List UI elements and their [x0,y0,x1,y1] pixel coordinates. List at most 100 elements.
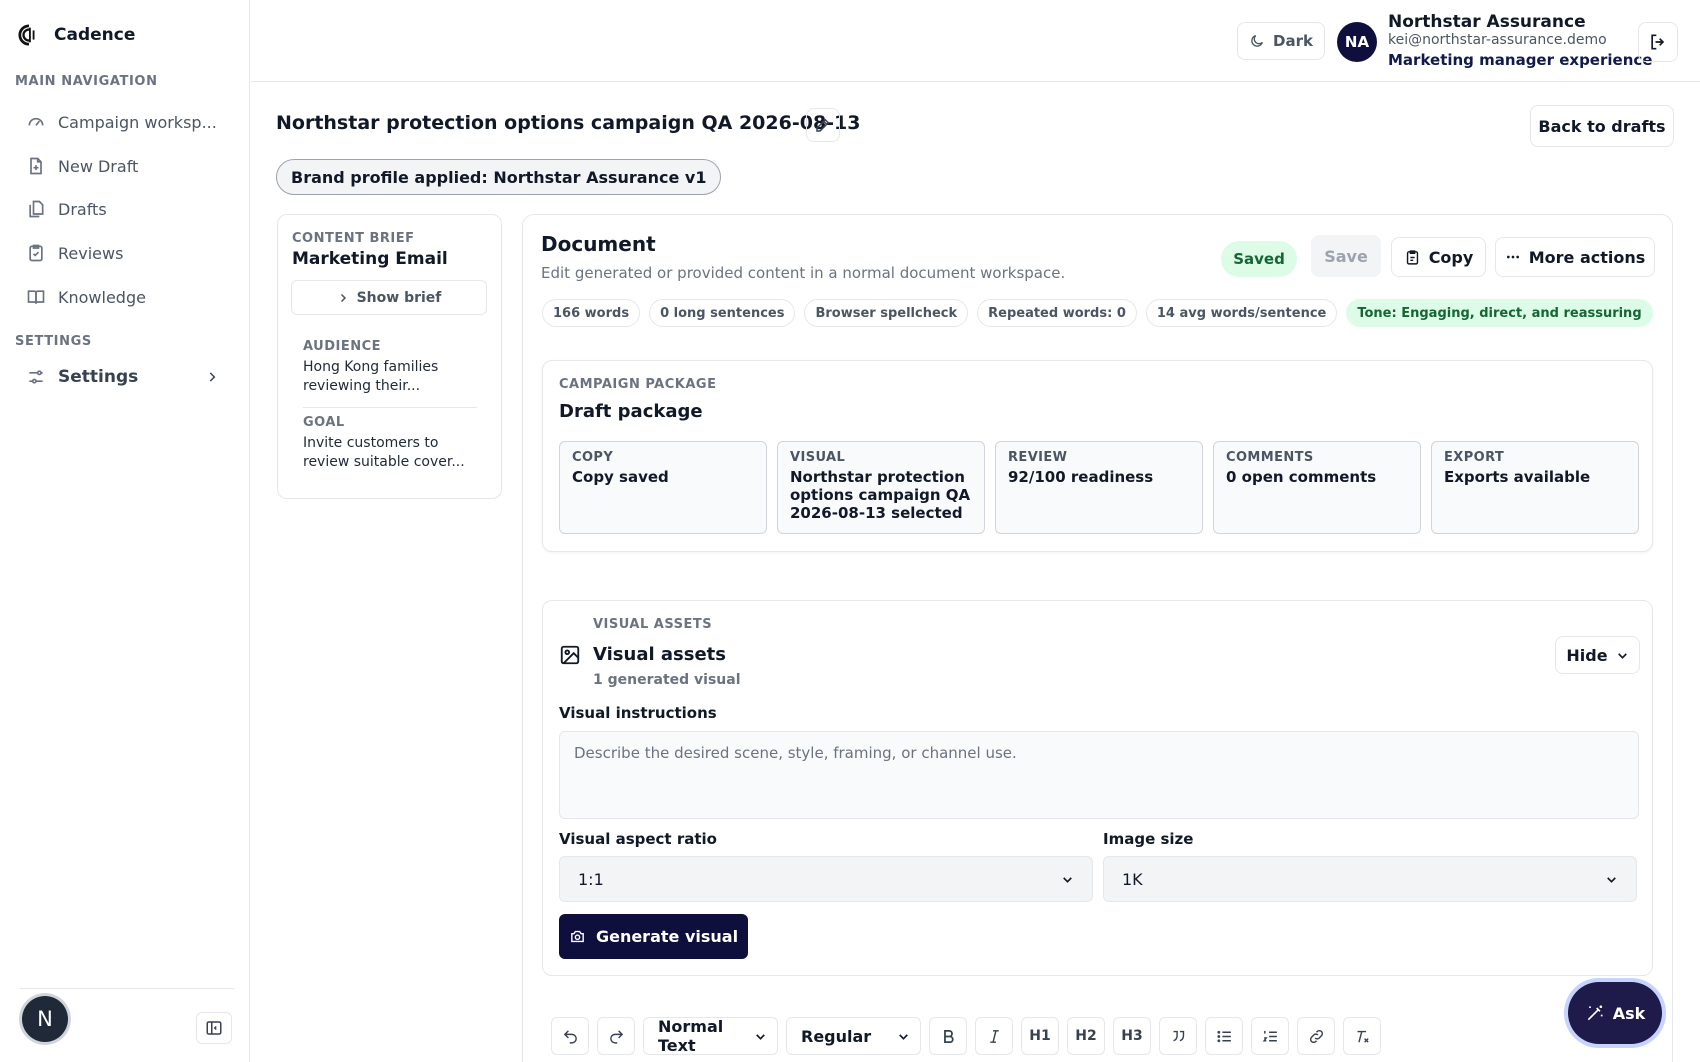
package-card-review[interactable]: REVIEW 92/100 readiness [995,441,1203,534]
sidebar-item-new-draft[interactable]: New Draft [26,150,226,182]
chevron-down-icon [1605,873,1618,886]
sidebar-item-settings[interactable]: Settings [26,361,226,393]
heading-1-button[interactable]: H1 [1021,1017,1059,1055]
show-brief-label: Show brief [356,289,442,306]
numbered-list-icon [1262,1028,1279,1045]
aspect-ratio-select[interactable]: 1:1 [559,856,1093,902]
camera-icon [569,928,586,945]
numbered-list-button[interactable] [1251,1017,1289,1055]
pencil-icon [814,116,832,134]
content-brief-card: CONTENT BRIEF Marketing Email Show brief… [277,214,502,499]
sidebar-item-drafts[interactable]: Drafts [26,193,226,225]
bullet-list-button[interactable] [1205,1017,1243,1055]
theme-toggle-button[interactable]: Dark [1237,22,1325,60]
file-plus-icon [26,156,46,176]
chevron-down-icon [897,1030,910,1043]
visual-instructions-input[interactable]: Describe the desired scene, style, frami… [559,731,1639,819]
visual-count: 1 generated visual [593,672,741,688]
sidebar-item-campaign-workspace[interactable]: Campaign worksp... [26,106,226,138]
package-card-value: 92/100 readiness [1008,468,1154,486]
redo-button[interactable] [597,1017,635,1055]
stat-chip-words: 166 words [542,299,641,327]
quote-button[interactable] [1159,1017,1197,1055]
magic-wand-icon [1585,1003,1605,1023]
package-card-value: Copy saved [572,468,669,486]
visual-caption: VISUAL ASSETS [593,617,713,632]
hide-visuals-button[interactable]: Hide [1555,636,1640,674]
package-card-export[interactable]: EXPORT Exports available [1431,441,1639,534]
edit-title-button[interactable] [806,108,840,142]
package-card-label: REVIEW [1008,450,1068,465]
link-button[interactable] [1297,1017,1335,1055]
editor-toolbar: Normal Text Regular H1 H2 H3 [551,1017,1381,1055]
status-badge: Saved [1221,241,1297,277]
font-weight-select[interactable]: Regular [786,1017,921,1055]
copy-button[interactable]: Copy [1391,237,1486,277]
package-card-label: COPY [572,450,614,465]
package-title: Draft package [559,401,703,422]
back-to-drafts-button[interactable]: Back to drafts [1530,105,1674,147]
heading-2-button[interactable]: H2 [1067,1017,1105,1055]
ask-label: Ask [1612,1003,1646,1023]
clipboard-check-icon [26,243,46,263]
document-title: Document [541,232,656,256]
package-card-copy[interactable]: COPY Copy saved [559,441,767,534]
logout-button[interactable] [1638,22,1678,62]
document-subtitle: Edit generated or provided content in a … [541,264,1066,282]
italic-button[interactable] [975,1017,1013,1055]
show-brief-button[interactable]: Show brief [291,280,487,315]
package-card-value: Exports available [1444,468,1591,486]
brief-divider [303,407,477,408]
hide-label: Hide [1566,645,1608,665]
sidebar-divider [20,988,234,989]
undo-button[interactable] [551,1017,589,1055]
sidebar-item-label: Settings [58,367,139,387]
page-title: Northstar protection options campaign QA… [276,112,861,134]
block-style-value: Normal Text [658,1017,724,1055]
clear-formatting-button[interactable] [1343,1017,1381,1055]
block-style-select[interactable]: Normal Text [643,1017,778,1055]
sidebar-item-label: New Draft [58,156,139,176]
heading-3-button[interactable]: H3 [1113,1017,1151,1055]
logout-icon [1648,32,1668,52]
sliders-icon [26,367,46,387]
stat-chip-spellcheck: Browser spellcheck [804,299,969,327]
image-size-value: 1K [1122,869,1143,889]
save-button[interactable]: Save [1311,235,1381,277]
stat-chip-avg-words: 14 avg words/sentence [1145,299,1338,327]
campaign-package-section: CAMPAIGN PACKAGE Draft package COPY Copy… [542,360,1653,552]
font-weight-value: Regular [801,1026,872,1046]
sidebar-item-label: Campaign worksp... [58,112,217,132]
package-cards: COPY Copy saved VISUAL Northstar protect… [559,441,1639,534]
brief-title: Marketing Email [292,249,448,269]
quote-icon [1170,1028,1187,1045]
visual-title: Visual assets [593,644,726,665]
bold-icon [940,1028,957,1045]
generate-visual-button[interactable]: Generate visual [559,914,748,959]
sidebar: Cadence MAIN NAVIGATION Campaign worksp.… [0,0,250,1062]
moon-icon [1249,33,1265,49]
book-icon [26,287,46,307]
goal-value: Invite customers to review suitable cove… [303,435,465,470]
stat-chip-repeated-words: Repeated words: 0 [977,299,1137,327]
clear-formatting-icon [1354,1028,1371,1045]
package-card-visual[interactable]: VISUAL Northstar protection options camp… [777,441,985,534]
image-size-select[interactable]: 1K [1103,856,1637,902]
more-actions-button[interactable]: More actions [1495,237,1655,277]
sidebar-item-reviews[interactable]: Reviews [26,237,226,269]
chevron-right-icon[interactable] [205,370,219,384]
document-panel: Document Edit generated or provided cont… [522,214,1673,1062]
sidebar-item-knowledge[interactable]: Knowledge [26,281,226,313]
ask-assistant-button[interactable]: Ask [1568,982,1662,1044]
undo-icon [562,1028,579,1045]
account-avatar[interactable]: NA [1337,22,1377,62]
user-avatar[interactable]: N [22,996,68,1042]
stat-chip-long-sentences: 0 long sentences [649,299,796,327]
bold-button[interactable] [929,1017,967,1055]
audience-label: AUDIENCE [303,339,382,354]
collapse-sidebar-button[interactable] [196,1012,232,1044]
main-navigation-heading: MAIN NAVIGATION [15,74,158,89]
brand[interactable]: Cadence [18,24,135,46]
chevron-down-icon [1616,649,1629,662]
package-card-comments[interactable]: COMMENTS 0 open comments [1213,441,1421,534]
